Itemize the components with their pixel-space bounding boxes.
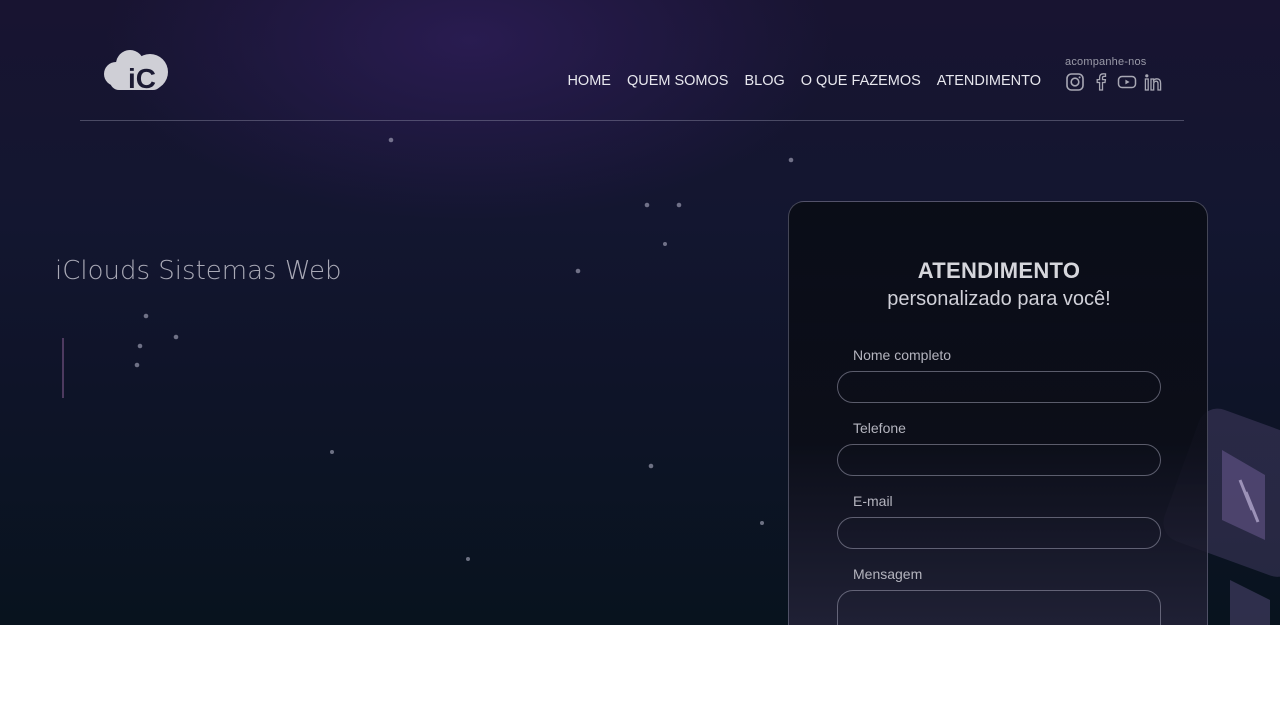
social-icons bbox=[1065, 72, 1163, 92]
main-nav: HOME QUEM SOMOS BLOG O QUE FAZEMOS ATEND… bbox=[567, 73, 1041, 89]
nav-blog[interactable]: BLOG bbox=[744, 73, 784, 89]
name-input[interactable] bbox=[837, 371, 1161, 403]
email-label: E-mail bbox=[853, 493, 893, 509]
message-label: Mensagem bbox=[853, 566, 923, 582]
facebook-icon[interactable] bbox=[1091, 72, 1111, 92]
message-textarea[interactable] bbox=[837, 590, 1161, 625]
instagram-icon[interactable] bbox=[1065, 72, 1085, 92]
linkedin-icon[interactable] bbox=[1143, 72, 1163, 92]
accent-bar bbox=[62, 338, 64, 398]
phone-input[interactable] bbox=[837, 444, 1161, 476]
logo-text: iC bbox=[128, 63, 156, 94]
nav-quem-somos[interactable]: QUEM SOMOS bbox=[627, 73, 729, 89]
nav-atendimento[interactable]: ATENDIMENTO bbox=[937, 73, 1041, 89]
social-label: acompanhe-nos bbox=[1065, 56, 1147, 68]
form-title: ATENDIMENTO bbox=[917, 258, 1081, 283]
phone-label: Telefone bbox=[853, 420, 906, 436]
email-input[interactable] bbox=[837, 517, 1161, 549]
hero-section: iC HOME QUEM SOMOS BLOG O QUE FAZEMOS AT… bbox=[0, 0, 1280, 625]
nav-home[interactable]: HOME bbox=[567, 73, 611, 89]
name-label: Nome completo bbox=[853, 347, 952, 363]
header-divider bbox=[80, 120, 1184, 121]
youtube-icon[interactable] bbox=[1117, 72, 1137, 92]
contact-form-card: ATENDIMENTO personalizado para você! Nom… bbox=[788, 201, 1208, 625]
form-subtitle: personalizado para você! bbox=[887, 288, 1111, 310]
hero-tagline: iClouds Sistemas Web bbox=[55, 256, 342, 286]
nav-o-que-fazemos[interactable]: O QUE FAZEMOS bbox=[801, 73, 921, 89]
icloud-logo[interactable]: iC bbox=[102, 48, 172, 96]
